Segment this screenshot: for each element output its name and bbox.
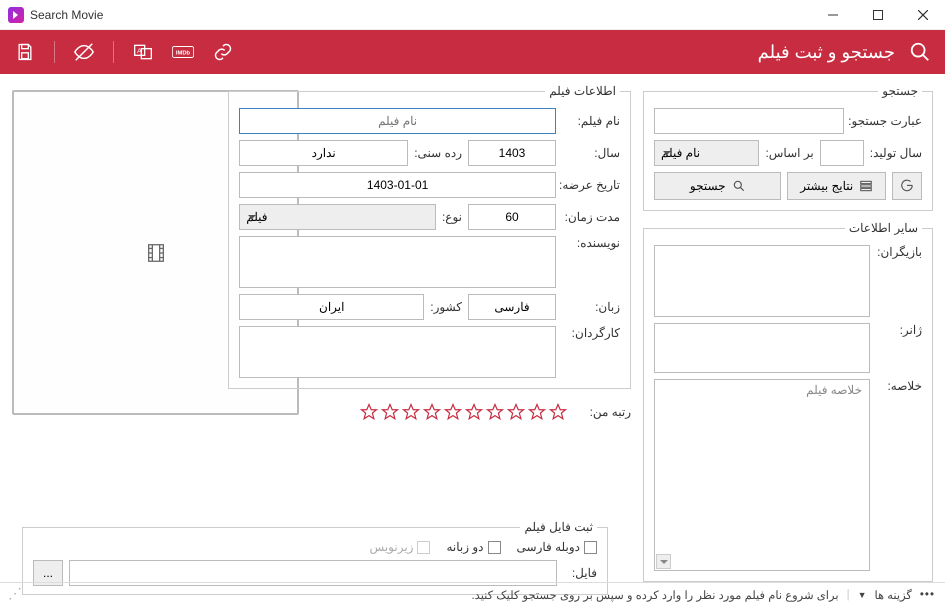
movie-release-input[interactable] <box>239 172 556 198</box>
search-term-input[interactable] <box>654 108 844 134</box>
search-year-label: سال تولید: <box>870 146 922 160</box>
star-icon[interactable] <box>423 403 441 421</box>
google-button[interactable] <box>892 172 922 200</box>
search-group: جستجو عبارت جستجو: سال تولید: بر اساس: ن… <box>643 84 933 211</box>
star-icon[interactable] <box>381 403 399 421</box>
link-icon[interactable] <box>212 41 234 63</box>
star-icon[interactable] <box>444 403 462 421</box>
movie-lang-label: زبان: <box>562 300 620 314</box>
file-legend: ثبت فایل فیلم <box>520 520 597 534</box>
dual-checkbox[interactable]: دو زبانه <box>446 540 500 554</box>
star-icon[interactable] <box>465 403 483 421</box>
movie-age-input[interactable] <box>239 140 408 166</box>
movie-type-label: نوع: <box>442 210 462 224</box>
movie-age-label: رده سنی: <box>414 146 462 160</box>
movie-director-textarea[interactable] <box>239 326 556 378</box>
imdb-icon[interactable]: IMDb <box>172 41 194 63</box>
movie-legend: اطلاعات فیلم <box>545 84 620 98</box>
star-icon[interactable] <box>507 403 525 421</box>
maximize-button[interactable] <box>855 0 900 30</box>
search-by-select[interactable]: نام فیلم <box>654 140 759 166</box>
hide-icon[interactable] <box>73 41 95 63</box>
minimize-button[interactable] <box>810 0 855 30</box>
movie-info-group: اطلاعات فیلم نام فیلم: سال: رده سنی: تار… <box>228 84 631 389</box>
translate-icon[interactable]: A <box>132 41 154 63</box>
search-icon <box>909 41 931 63</box>
ribbon-title: جستجو و ثبت فیلم <box>758 42 895 63</box>
movie-release-label: تاریخ عرضه: <box>562 178 620 192</box>
search-legend: جستجو <box>878 84 922 98</box>
movie-type-select[interactable]: فیلم <box>239 204 436 230</box>
movie-runtime-input[interactable] <box>468 204 556 230</box>
star-icon[interactable] <box>549 403 567 421</box>
search-year-input[interactable] <box>820 140 864 166</box>
rating-stars[interactable] <box>360 403 567 421</box>
close-button[interactable] <box>900 0 945 30</box>
movie-director-label: کارگردان: <box>562 326 620 340</box>
star-icon[interactable] <box>528 403 546 421</box>
summary-textarea[interactable] <box>654 379 870 571</box>
app-icon <box>8 7 24 23</box>
movie-year-input[interactable] <box>468 140 556 166</box>
movie-lang-input[interactable] <box>468 294 556 320</box>
actors-label: بازیگران: <box>876 245 922 259</box>
options-menu-icon[interactable]: ••• <box>920 589 935 601</box>
svg-text:A: A <box>137 48 142 55</box>
movie-runtime-label: مدت زمان: <box>562 210 620 224</box>
file-path-label: فایل: <box>563 566 597 580</box>
star-icon[interactable] <box>486 403 504 421</box>
actors-textarea[interactable] <box>654 245 870 317</box>
search-by-label: بر اساس: <box>765 146 813 160</box>
movie-country-label: کشور: <box>430 300 462 314</box>
movie-writer-textarea[interactable] <box>239 236 556 288</box>
save-icon[interactable] <box>14 41 36 63</box>
chevron-down-icon[interactable]: ▼ <box>858 590 867 600</box>
movie-writer-label: نویسنده: <box>562 236 620 250</box>
movie-name-input[interactable] <box>239 108 556 134</box>
rating-label: رتبه من: <box>573 405 631 419</box>
movie-year-label: سال: <box>562 146 620 160</box>
resize-grip[interactable] <box>10 589 22 601</box>
dub-checkbox[interactable]: دوبله فارسی <box>517 540 597 554</box>
star-icon[interactable] <box>360 403 378 421</box>
genre-label: ژانر: <box>876 323 922 337</box>
more-results-button[interactable]: نتایج بیشتر <box>787 172 886 200</box>
star-icon[interactable] <box>402 403 420 421</box>
options-label[interactable]: گزینه ها <box>874 588 911 602</box>
search-button[interactable]: جستجو <box>654 172 781 200</box>
statusbar: ••• گزینه ها ▼ | برای شروع نام فیلم مورد… <box>0 582 945 606</box>
window-title: Search Movie <box>30 8 103 22</box>
ribbon: A IMDb جستجو و ثبت فیلم <box>0 30 945 74</box>
other-legend: سایر اطلاعات <box>845 221 922 235</box>
scroll-down-button[interactable] <box>656 554 671 569</box>
film-icon <box>145 242 167 264</box>
status-hint: برای شروع نام فیلم مورد نظر را وارد کرده… <box>471 588 838 602</box>
summary-label: خلاصه: <box>876 379 922 393</box>
movie-name-label: نام فیلم: <box>562 114 620 128</box>
movie-country-input[interactable] <box>239 294 424 320</box>
svg-text:IMDb: IMDb <box>176 50 191 56</box>
search-term-label: عبارت جستجو: <box>850 114 922 128</box>
other-info-group: سایر اطلاعات بازیگران: ژانر: خلاصه: خلاص… <box>643 221 933 582</box>
titlebar: Search Movie <box>0 0 945 30</box>
subtitle-checkbox: زیرنویس <box>370 540 431 554</box>
genre-textarea[interactable] <box>654 323 870 373</box>
